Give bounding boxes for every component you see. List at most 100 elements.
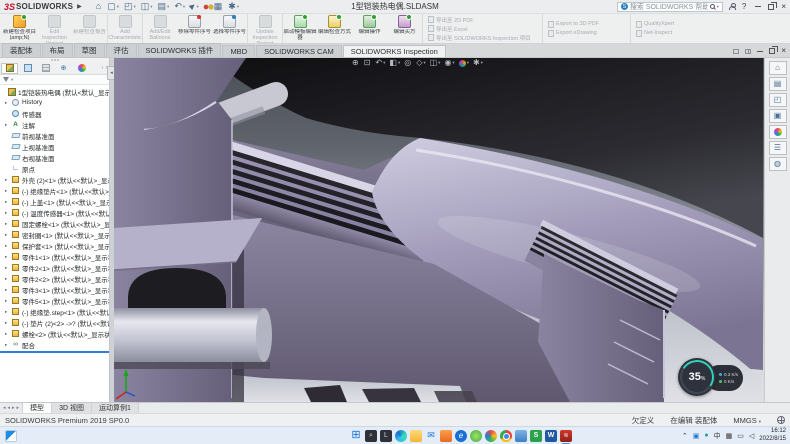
- speed-monitor-overlay[interactable]: 0.3 K/s 0 K/s 35 %: [678, 358, 744, 398]
- tree-item-right-plane[interactable]: 右视基准面: [0, 152, 109, 163]
- task-view-button[interactable]: L: [380, 430, 392, 442]
- undo-icon[interactable]: ↶ ▾: [174, 2, 185, 11]
- volume-icon[interactable]: ◁: [749, 432, 754, 440]
- export-excel-button[interactable]: 导出至 Excel: [428, 25, 537, 32]
- office-icon[interactable]: [440, 430, 452, 442]
- feature-tree-root[interactable]: 1型铠装热电偶 (默认<默认_显示状态-1: [0, 86, 109, 97]
- memory-usage-ball[interactable]: 35 %: [678, 358, 716, 396]
- tree-item-fixing-bolt[interactable]: ▸ 固定螺栓<1> (默认<<默认>_显示: [0, 218, 109, 229]
- tree-filter[interactable]: ▾: [0, 75, 109, 85]
- doctab-scroll-last-icon[interactable]: ▸: [17, 405, 20, 411]
- hide-show-items-icon[interactable]: ◉ ▾: [444, 59, 454, 67]
- split-pane-icon[interactable]: [745, 49, 751, 54]
- mail-icon[interactable]: ✉: [425, 430, 437, 442]
- doc-restore-icon[interactable]: [769, 48, 775, 54]
- tree-item-history[interactable]: ▸ History: [0, 97, 109, 108]
- tree-end-bar[interactable]: [0, 351, 109, 353]
- globe-icon[interactable]: [777, 416, 785, 424]
- logo-flyout-arrow-icon[interactable]: ▶: [77, 3, 82, 10]
- tab-inspection[interactable]: SOLIDWORKS Inspection: [343, 45, 446, 57]
- security-app-icon[interactable]: [470, 430, 482, 442]
- qualityxpert-button[interactable]: QualityXpert: [636, 21, 691, 28]
- appearances-icon[interactable]: ●: [769, 125, 787, 139]
- tree-item-insulation-pad-step[interactable]: ▸ (-) 绝缘垫.step<1> (默认<<默认: [0, 306, 109, 317]
- custom-properties-icon[interactable]: ☰: [769, 141, 787, 155]
- appstore-icon[interactable]: [485, 430, 497, 442]
- tree-item-front-plane[interactable]: 前视基准面: [0, 130, 109, 141]
- tab-evaluate[interactable]: 评估: [106, 43, 137, 57]
- section-view-icon[interactable]: ◧ ▾: [389, 59, 400, 67]
- tree-item-bolt-2[interactable]: ▸ 螺栓<2> (默认<<默认>_显示状态: [0, 328, 109, 339]
- export-inspection-project-button[interactable]: 导出至 SOLIDWORKS Inspection 项目: [428, 34, 537, 41]
- filter-dropdown-icon[interactable]: ▾: [11, 77, 13, 83]
- tab-assembly[interactable]: 装配体: [2, 43, 41, 57]
- home-icon[interactable]: ⌂: [96, 2, 102, 11]
- dynamic-annotation-icon[interactable]: ◎: [404, 59, 412, 67]
- tab-layout[interactable]: 布局: [42, 43, 73, 57]
- net-inspect-button[interactable]: Net-Inspect: [636, 30, 691, 37]
- pane-icon[interactable]: [733, 49, 739, 54]
- remove-balloons-button[interactable]: 移除零件序号: [177, 14, 212, 43]
- doctab-scroll-next-icon[interactable]: ▸: [12, 405, 15, 411]
- export-2d-pdf-button[interactable]: 导出至 2D PDF: [428, 16, 537, 23]
- tree-item-protective-sleeve[interactable]: ▸ 保护套<1> (默认<<默认>_显示状: [0, 240, 109, 251]
- network-icon[interactable]: ▭: [737, 432, 744, 440]
- select-icon[interactable]: ▶ ▾: [190, 3, 199, 10]
- featuremanager-tab[interactable]: [1, 63, 18, 74]
- doctab-scroll-first-icon[interactable]: ◂: [3, 405, 6, 411]
- browser-icon[interactable]: e: [455, 430, 467, 442]
- tree-item-origin[interactable]: 原点: [0, 163, 109, 174]
- touch-keyboard-icon[interactable]: ▦: [726, 432, 733, 440]
- tree-item-top-plane[interactable]: 上视基准面: [0, 141, 109, 152]
- launch-template-editor-button[interactable]: 启动模板编辑器: [282, 14, 317, 43]
- file-explorer-icon[interactable]: ◰: [769, 93, 787, 107]
- close-icon[interactable]: ×: [781, 3, 786, 11]
- tab-mbd[interactable]: MBD: [222, 45, 255, 57]
- notes-app-icon[interactable]: [515, 430, 527, 442]
- motion-study-tab[interactable]: 运动算例1: [92, 403, 139, 413]
- view-settings-icon[interactable]: ✱ ▾: [473, 59, 483, 67]
- new-inspection-project-button[interactable]: 新建检查项目 (amp;N): [2, 14, 37, 43]
- design-library-icon[interactable]: ▤: [769, 77, 787, 91]
- configurationmanager-tab[interactable]: [37, 63, 54, 74]
- taskbar-clock[interactable]: 16:12 2022/8/15: [759, 428, 786, 442]
- edit-operations-button[interactable]: 编辑操作: [352, 14, 387, 43]
- tree-item-insulating-gasket[interactable]: ▸ (-) 绝缘垫片<1> (默认<<默认>_显: [0, 185, 109, 196]
- 3d-model-view[interactable]: [114, 58, 763, 402]
- tree-item-mates[interactable]: ▸ 配合: [0, 339, 109, 350]
- edge-icon[interactable]: [395, 430, 407, 442]
- onedrive-icon[interactable]: ▣: [693, 432, 700, 440]
- tab-sketch[interactable]: 草图: [74, 43, 105, 57]
- new-inspection-report-button[interactable]: 新建检查报告: [72, 14, 107, 43]
- new-document-icon[interactable]: ▢ ▾: [107, 2, 119, 11]
- open-icon[interactable]: ◰ ▾: [124, 2, 136, 11]
- add-edit-balloons-button[interactable]: Add/Edit Balloons: [142, 14, 177, 43]
- export-edrawing-button[interactable]: Export eDrawing: [548, 30, 625, 37]
- widgets-button[interactable]: [5, 430, 17, 442]
- tree-item-part1-1[interactable]: ▸ 零件1<1> (默认<<默认>_显示状态: [0, 251, 109, 262]
- tree-item-gasket-2[interactable]: ▸ (-) 垫片 (2)<2> ->? (默认<<默认: [0, 317, 109, 328]
- previous-view-icon[interactable]: ↶ ▾: [375, 59, 385, 67]
- word-icon[interactable]: W: [545, 430, 557, 442]
- solidworks-resources-icon[interactable]: ⌂: [769, 61, 787, 75]
- file-explorer-icon[interactable]: [410, 430, 422, 442]
- print-icon[interactable]: ▤ ▾: [158, 2, 170, 11]
- tree-item-part2-2[interactable]: ▸ 零件2<2> (默认<<默认>_显示状态: [0, 273, 109, 284]
- dimxpertmanager-tab[interactable]: ⊕: [55, 63, 72, 74]
- tree-item-temperature-sensor[interactable]: ▸ (-) 温度传感器<1> (默认<<默认>_: [0, 207, 109, 218]
- file-properties-icon[interactable]: ▦: [214, 2, 224, 11]
- tab-cam[interactable]: SOLIDWORKS CAM: [256, 45, 342, 57]
- doc-close-icon[interactable]: ×: [781, 47, 786, 55]
- tree-item-annotations[interactable]: ▸ 注解: [0, 119, 109, 130]
- view-orientation-icon[interactable]: ◇ ▾: [416, 59, 425, 67]
- save-icon[interactable]: ◫ ▾: [141, 2, 153, 11]
- 3d-views-tab[interactable]: 3D 视图: [52, 403, 92, 413]
- graphics-area[interactable]: ⊕ ⊡ ↶ ▾ ◧ ▾ ◎ ◇: [114, 58, 764, 402]
- minimize-icon[interactable]: [755, 6, 761, 7]
- edit-inspection-project-button[interactable]: Edit Inspection Project: [37, 14, 72, 43]
- edit-appearance-icon[interactable]: ● ▾: [459, 60, 469, 67]
- search-dropdown-icon[interactable]: ▾: [717, 4, 719, 10]
- solidworks-icon[interactable]: ≋: [560, 430, 572, 442]
- tree-item-top-cover[interactable]: ▸ (-) 上盖<1> (默认<<默认>_显示状: [0, 196, 109, 207]
- tree-item-housing[interactable]: ▸ 外壳 (2)<1> (默认<<默认>_显示状: [0, 174, 109, 185]
